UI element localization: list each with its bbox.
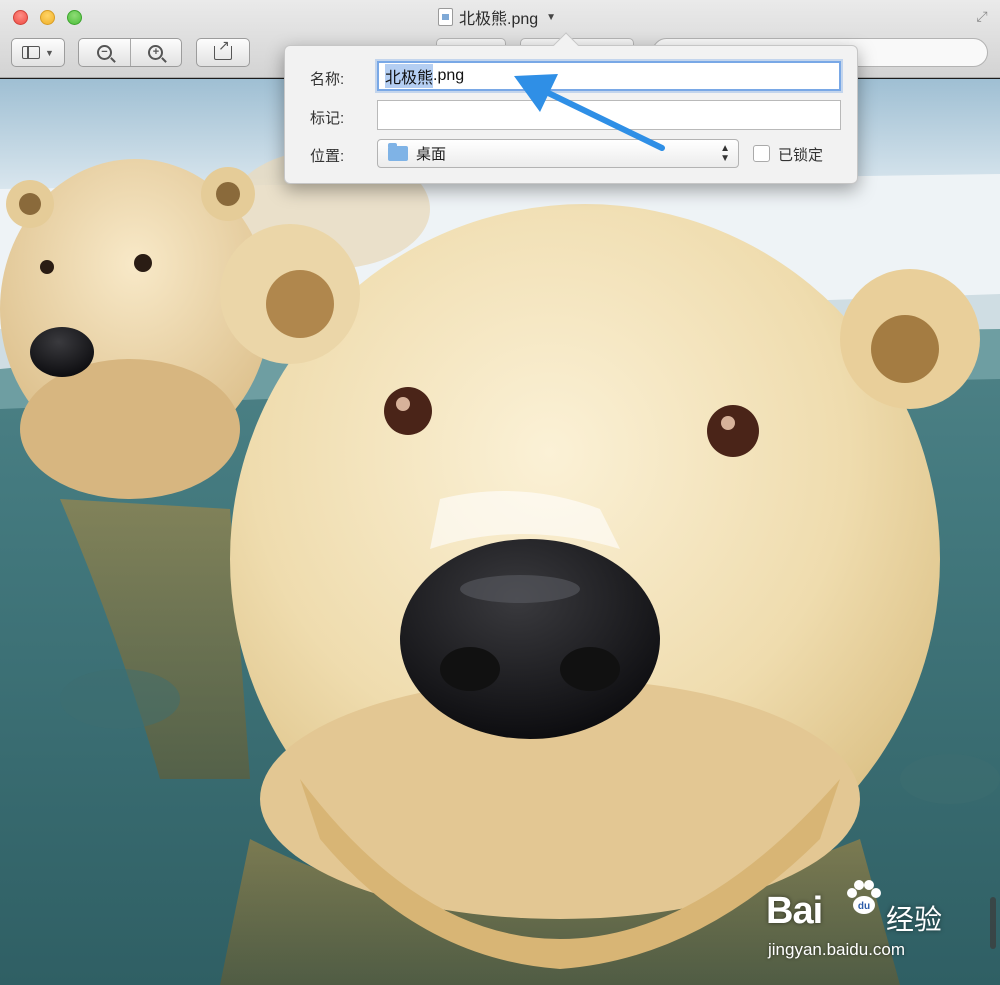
tags-label: 标记: (310, 110, 345, 127)
name-selected-text: 北极熊 (385, 64, 434, 88)
share-icon (214, 37, 232, 60)
preview-window: 北极熊.png ▼ ⤢ ▼ − + 名称: 北极熊.png 标记: (0, 0, 1000, 985)
vertical-scrollbar[interactable] (990, 897, 996, 949)
name-label: 名称: (310, 71, 345, 88)
baidu-brand: Bai (766, 890, 823, 932)
zoom-in-icon: + (148, 45, 164, 60)
baidu-paw-icon: du (847, 880, 881, 914)
share-button[interactable] (196, 37, 250, 67)
image-canvas[interactable] (0, 79, 1000, 985)
caret-down-icon: ▼ (45, 47, 54, 58)
baidu-watermark: du Bai 经验 jingyan.baidu.com (766, 878, 956, 968)
folder-icon (388, 143, 408, 161)
locked-checkbox[interactable] (753, 145, 770, 162)
chevron-down-icon[interactable]: ▼ (546, 12, 556, 23)
zoom-in-button[interactable]: + (129, 39, 181, 66)
close-window-button[interactable] (13, 10, 28, 25)
location-value: 桌面 (416, 146, 447, 163)
minimize-window-button[interactable] (40, 10, 55, 25)
location-label: 位置: (310, 148, 345, 165)
sidebar-icon (22, 46, 41, 59)
baidu-product: 经验 (886, 904, 943, 935)
png-document-icon (438, 8, 453, 26)
svg-text:du: du (858, 901, 870, 912)
sidebar-toggle-button[interactable]: ▼ (11, 38, 65, 67)
window-title[interactable]: 北极熊.png ▼ (438, 6, 556, 28)
baidu-url: jingyan.baidu.com (768, 940, 906, 959)
locked-label: 已锁定 (778, 147, 824, 164)
polar-bear-photo (0, 79, 1000, 985)
zoom-window-button[interactable] (67, 10, 82, 25)
fullscreen-icon[interactable]: ⤢ (974, 8, 990, 24)
zoom-out-icon: − (96, 45, 112, 60)
annotation-arrow-icon (514, 74, 665, 151)
zoom-control: − + (78, 38, 182, 67)
window-title-text: 北极熊.png (459, 11, 539, 28)
updown-arrows-icon: ▲ ▼ (720, 143, 730, 164)
zoom-out-button[interactable]: − (79, 39, 130, 66)
name-extension-text: .png (433, 67, 465, 84)
